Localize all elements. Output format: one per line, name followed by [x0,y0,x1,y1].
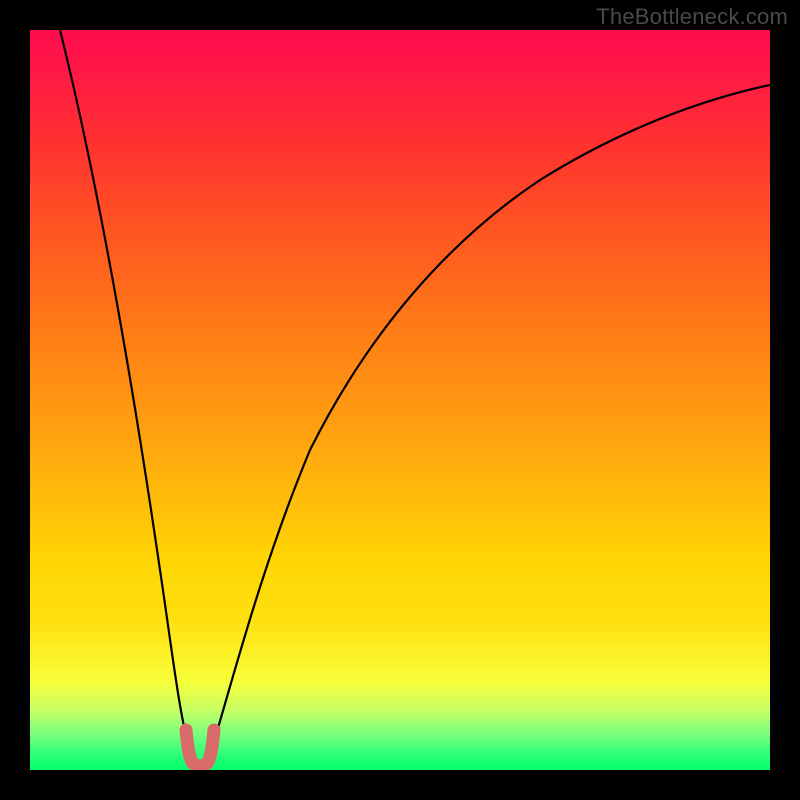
curve-layer [30,30,770,770]
chart-frame: TheBottleneck.com [0,0,800,800]
highlight-segment [186,730,214,766]
plot-area [30,30,770,770]
main-curve [60,30,770,765]
watermark-text: TheBottleneck.com [596,4,788,30]
